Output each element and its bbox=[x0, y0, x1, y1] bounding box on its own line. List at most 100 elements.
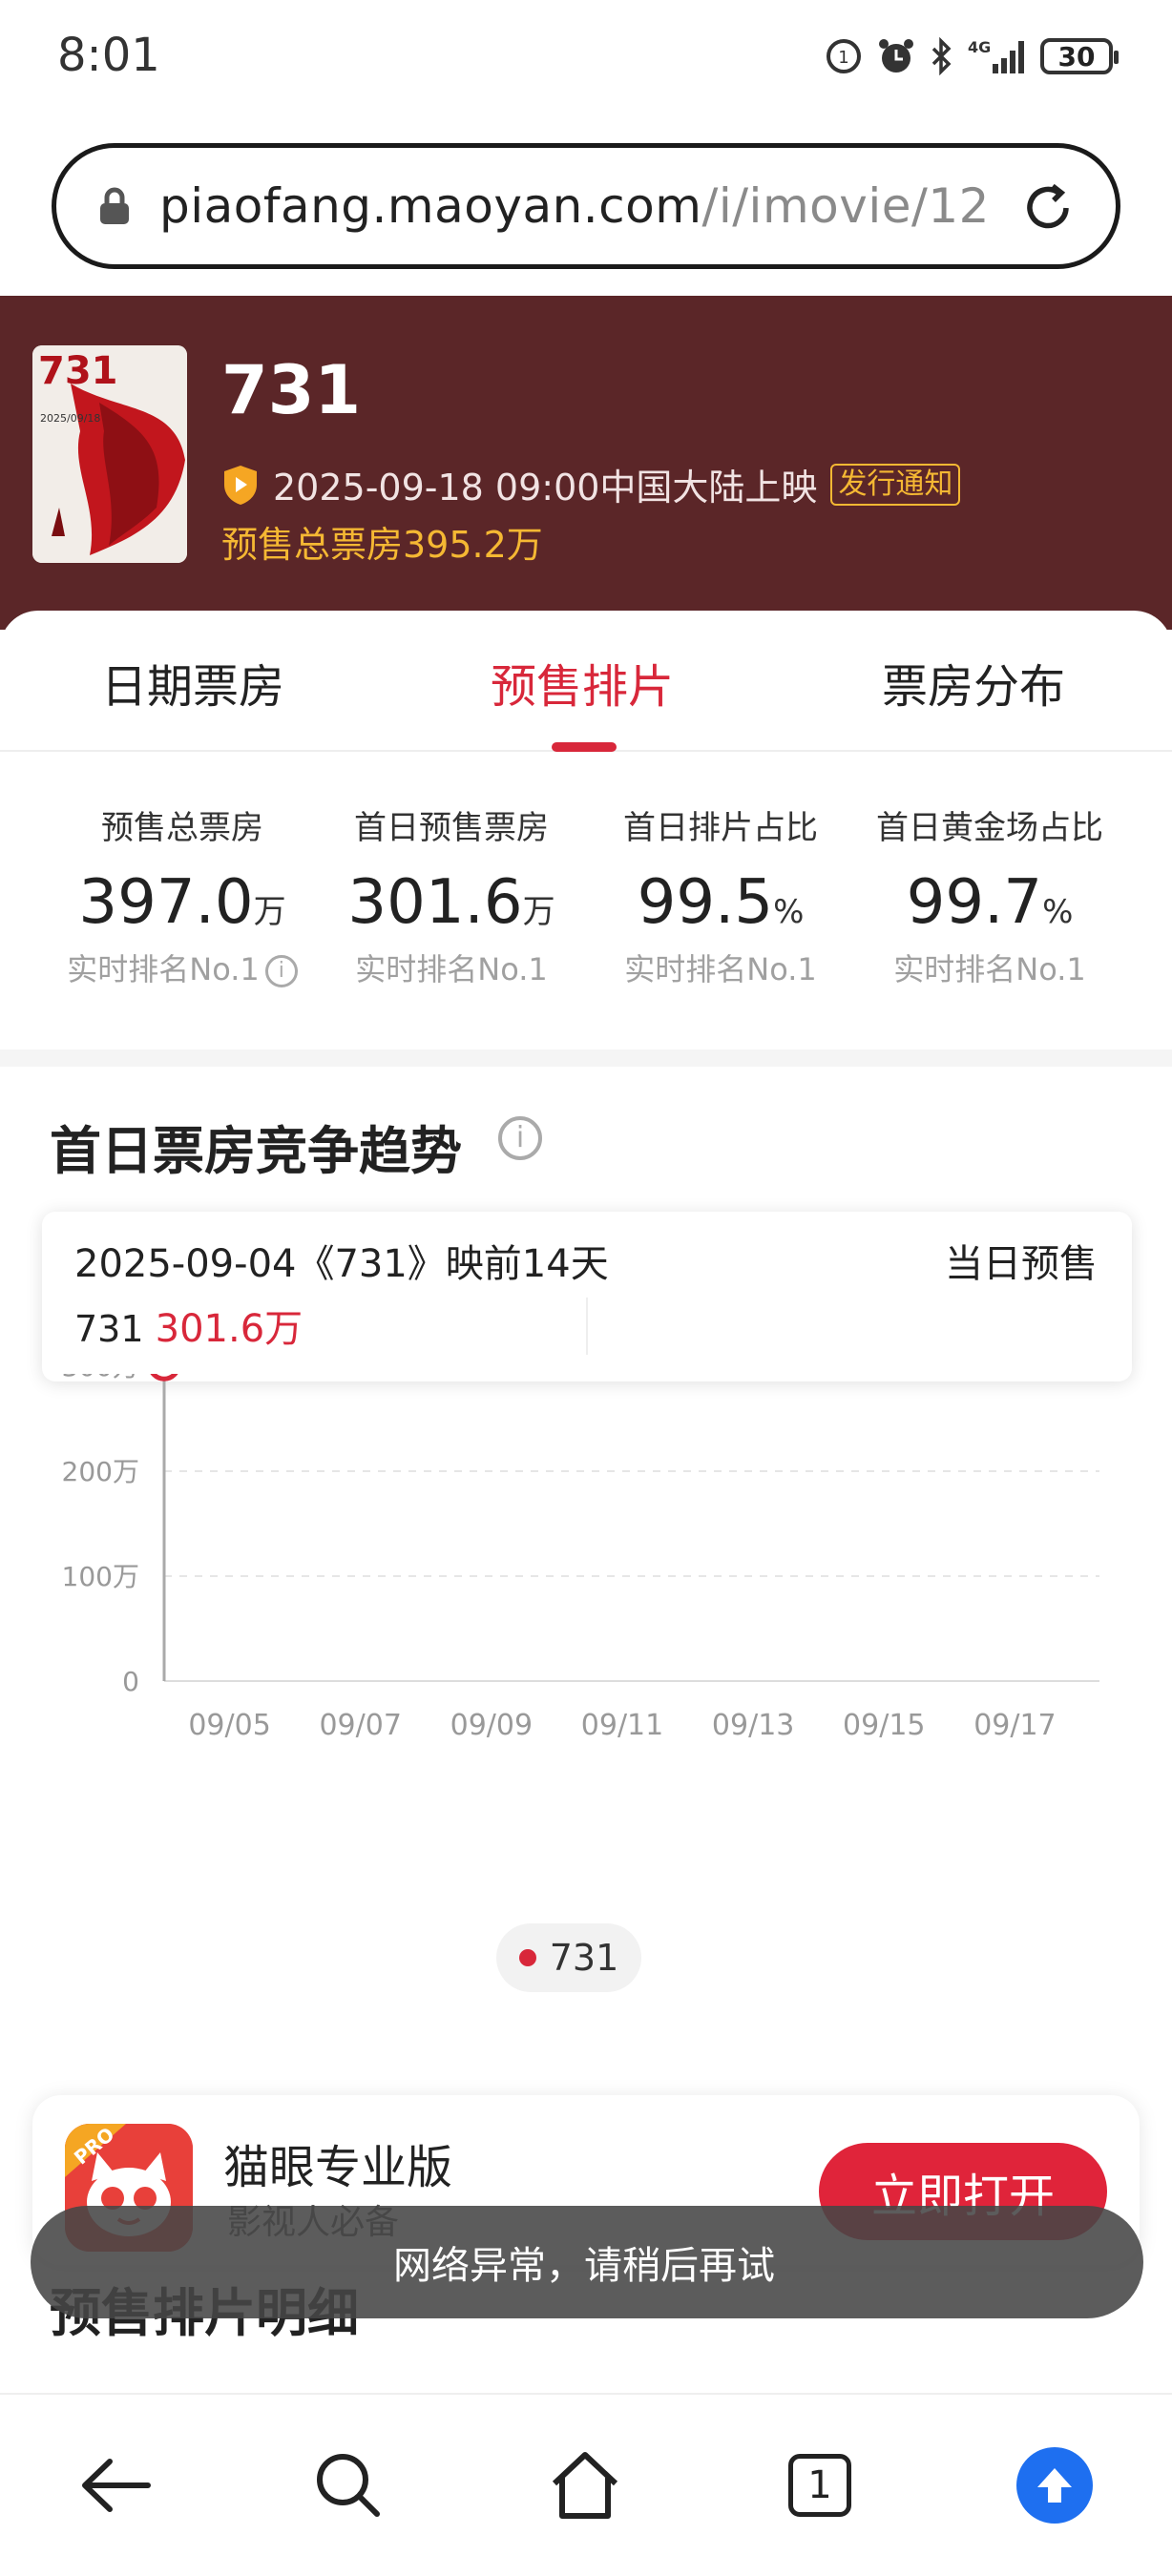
y-tick-label: 200万 bbox=[62, 1456, 139, 1487]
poster-date: 2025/09/18 bbox=[40, 412, 100, 425]
svg-text:4G: 4G bbox=[968, 38, 991, 56]
app-name: 猫眼专业版 bbox=[223, 2141, 453, 2194]
status-bar: 8:01 1 4G 30 bbox=[0, 0, 1172, 114]
y-tick-label: 0 bbox=[122, 1666, 139, 1697]
release-row: 2025-09-18 09:00中国大陆上映 发行通知 bbox=[221, 458, 961, 510]
stat-value: 301.6 bbox=[347, 867, 523, 938]
y-tick-label: 100万 bbox=[62, 1561, 139, 1592]
trend-section-title: 首日票房竞争趋势 bbox=[50, 1121, 462, 1181]
page: 8:01 1 4G 30 piaofang.maoyan.com/i/imovi… bbox=[0, 0, 1172, 2576]
tooltip-date: 2025-09-04《731》映前14天 bbox=[74, 1242, 609, 1286]
stat-first-day-golden: 首日黄金场占比 99.7% 实时排名No.1 bbox=[855, 801, 1124, 989]
stat-presale-total: 预售总票房 397.0万 实时排名No.1 i bbox=[48, 801, 317, 989]
info-icon[interactable]: i bbox=[264, 955, 298, 987]
stat-first-day-presale: 首日预售票房 301.6万 实时排名No.1 bbox=[317, 801, 586, 989]
url-path: /i/imovie/12 bbox=[701, 178, 990, 234]
y-tick-label: 300万 bbox=[62, 1374, 139, 1382]
stat-label: 预售总票房 bbox=[101, 809, 263, 847]
reload-icon[interactable] bbox=[1016, 177, 1079, 239]
toast-message: 网络异常，请稍后再试 bbox=[393, 2244, 775, 2288]
home-button[interactable] bbox=[542, 2442, 628, 2528]
tooltip-separator bbox=[586, 1298, 588, 1355]
back-button[interactable] bbox=[73, 2442, 158, 2528]
x-tick-label: 09/13 bbox=[712, 1709, 794, 1742]
x-tick-label: 09/05 bbox=[188, 1709, 270, 1742]
stat-rank: 实时排名No.1 bbox=[624, 951, 817, 987]
legend-item[interactable]: 731 bbox=[496, 1923, 641, 1992]
tab-count: 1 bbox=[788, 2454, 851, 2517]
presale-total: 预售总票房395.2万 bbox=[221, 524, 543, 566]
tooltip-value: 301.6万 bbox=[155, 1307, 303, 1351]
bluetooth-icon bbox=[931, 37, 952, 75]
stat-value: 397.0 bbox=[78, 867, 254, 938]
stat-label: 首日排片占比 bbox=[623, 809, 818, 847]
stats-row: 预售总票房 397.0万 实时排名No.1 i 首日预售票房 301.6万 实时排… bbox=[0, 801, 1172, 1011]
x-tick-label: 09/17 bbox=[973, 1709, 1056, 1742]
release-info: 2025-09-18 09:00中国大陆上映 bbox=[273, 467, 818, 509]
svg-text:1: 1 bbox=[838, 48, 848, 68]
url-text[interactable]: piaofang.maoyan.com/i/imovie/12 bbox=[159, 178, 990, 234]
info-icon[interactable]: i bbox=[498, 1116, 542, 1160]
stat-unit: % bbox=[773, 893, 805, 931]
signal-icon: 4G bbox=[968, 38, 1024, 73]
address-bar[interactable]: piaofang.maoyan.com/i/imovie/12 bbox=[52, 143, 1120, 269]
x-tick-label: 09/07 bbox=[319, 1709, 401, 1742]
tab-daily-boxoffice[interactable]: 日期票房 bbox=[101, 649, 284, 716]
movie-title: 731 bbox=[221, 351, 362, 429]
active-tab-indicator bbox=[552, 742, 617, 752]
tooltip-series: 731 301.6万 bbox=[74, 1298, 303, 1353]
tab-bar: 日期票房 预售排片 票房分布 bbox=[0, 611, 1172, 752]
status-icons: 1 4G 30 bbox=[825, 36, 1119, 76]
stat-value: 99.5 bbox=[637, 867, 774, 938]
lock-icon bbox=[100, 187, 129, 224]
url-host: piaofang.maoyan.com bbox=[159, 178, 702, 234]
movie-header: 731 2025/09/18 731 2025-09-18 09:00中国大陆上… bbox=[0, 296, 1172, 630]
movie-poster[interactable]: 731 2025/09/18 bbox=[32, 345, 187, 563]
stat-value-wrap: 397.0万 bbox=[48, 867, 317, 938]
stat-unit: % bbox=[1042, 893, 1074, 931]
tab-presale-schedule[interactable]: 预售排片 bbox=[491, 649, 674, 716]
upload-arrow-icon bbox=[1016, 2447, 1093, 2524]
tooltip-series-name: 731 bbox=[74, 1308, 144, 1350]
data-saver-icon: 1 bbox=[827, 39, 861, 73]
bottom-nav: 1 bbox=[0, 2393, 1172, 2576]
poster-art: 731 2025/09/18 bbox=[32, 345, 187, 563]
search-button[interactable] bbox=[305, 2442, 391, 2528]
stat-value-wrap: 99.5% bbox=[586, 867, 855, 938]
tab-boxoffice-distribution[interactable]: 票房分布 bbox=[882, 649, 1065, 716]
x-tick-label: 09/09 bbox=[450, 1709, 533, 1742]
x-tick-label: 09/11 bbox=[581, 1709, 663, 1742]
poster-title: 731 bbox=[38, 349, 118, 393]
stat-rank: 实时排名No.1 bbox=[67, 951, 260, 987]
chart-tooltip: 2025-09-04《731》映前14天 当日预售 731 301.6万 bbox=[42, 1212, 1132, 1381]
data-point[interactable] bbox=[150, 1374, 178, 1381]
stat-rank: 实时排名No.1 bbox=[355, 951, 548, 987]
trend-chart[interactable]: 0100万200万300万400万09/0509/0709/0909/1109/… bbox=[0, 1374, 1172, 1794]
stat-label: 首日预售票房 bbox=[354, 809, 549, 847]
battery-icon: 30 bbox=[1040, 38, 1119, 74]
tabs-button[interactable]: 1 bbox=[777, 2442, 863, 2528]
stat-value-wrap: 301.6万 bbox=[317, 867, 586, 938]
network-error-toast: 网络异常，请稍后再试 bbox=[31, 2206, 1143, 2318]
legend-label: 731 bbox=[549, 1937, 619, 1979]
stat-value: 99.7 bbox=[906, 867, 1043, 938]
stat-unit: 万 bbox=[253, 893, 286, 931]
x-tick-label: 09/15 bbox=[843, 1709, 925, 1742]
stat-rank: 实时排名No.1 bbox=[893, 951, 1086, 987]
section-divider bbox=[0, 1049, 1172, 1067]
stat-value-wrap: 99.7% bbox=[855, 867, 1124, 938]
status-time: 8:01 bbox=[57, 29, 160, 82]
search-icon bbox=[317, 2454, 380, 2517]
home-icon bbox=[552, 2452, 618, 2519]
stat-label: 首日黄金场占比 bbox=[876, 809, 1103, 847]
tooltip-mode[interactable]: 当日预售 bbox=[945, 1233, 1098, 1288]
stat-unit: 万 bbox=[522, 893, 555, 931]
stat-rank-wrap: 实时排名No.1 i bbox=[48, 945, 317, 989]
release-notice-tag[interactable]: 发行通知 bbox=[830, 463, 961, 506]
stat-first-day-schedule: 首日排片占比 99.5% 实时排名No.1 bbox=[586, 801, 855, 989]
legend-dot bbox=[518, 1949, 536, 1966]
scroll-top-button[interactable] bbox=[1012, 2442, 1098, 2528]
shield-icon bbox=[224, 465, 257, 505]
alarm-icon bbox=[879, 39, 913, 73]
back-arrow-icon bbox=[82, 2459, 151, 2512]
